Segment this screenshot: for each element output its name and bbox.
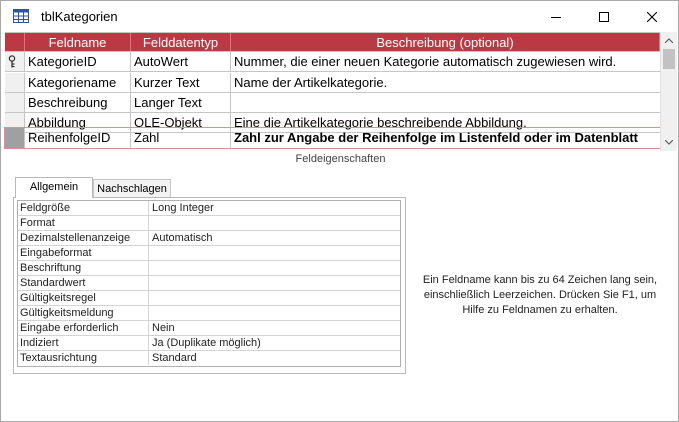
row-selector[interactable] <box>5 93 25 112</box>
maximize-button[interactable] <box>581 1 627 32</box>
column-header-description[interactable]: Beschreibung (optional) <box>231 33 660 51</box>
window-title: tblKategorien <box>41 9 118 24</box>
description-cell[interactable] <box>231 93 660 112</box>
chevron-down-icon <box>665 140 673 145</box>
field-name-cell[interactable]: Beschreibung <box>25 93 131 112</box>
property-row[interactable]: Beschriftung <box>18 261 400 276</box>
property-label: Textausrichtung <box>18 351 149 365</box>
data-type-cell[interactable]: Langer Text <box>131 93 231 112</box>
field-properties-panel: Feldgröße Long Integer Format Dezimalstel… <box>13 197 406 374</box>
property-value[interactable] <box>152 306 400 320</box>
property-value[interactable] <box>152 276 400 290</box>
property-row[interactable]: Feldgröße Long Integer <box>18 201 400 216</box>
row-selector[interactable] <box>5 52 25 71</box>
field-name-cell[interactable]: Kategoriename <box>25 73 131 92</box>
property-label: Indiziert <box>18 336 149 350</box>
property-value[interactable] <box>152 216 400 230</box>
field-row[interactable]: Beschreibung Langer Text <box>5 93 660 113</box>
field-name-cell[interactable]: ReihenfolgeID <box>25 128 131 148</box>
property-row[interactable]: Eingabeformat <box>18 246 400 261</box>
chevron-up-icon <box>665 38 673 43</box>
table-icon <box>13 9 29 23</box>
help-text: Ein Feldname kann bis zu 64 Zeichen lang… <box>422 274 658 316</box>
property-row[interactable]: Eingabe erforderlich Nein <box>18 321 400 336</box>
close-button[interactable] <box>629 1 675 32</box>
property-row[interactable]: Textausrichtung Standard <box>18 351 400 366</box>
data-type-cell[interactable]: AutoWert <box>131 52 231 71</box>
close-icon <box>647 11 657 22</box>
property-label: Feldgröße <box>18 201 149 215</box>
field-design-grid: Feldname Felddatentyp Beschreibung (opti… <box>4 32 661 151</box>
tab-lookup[interactable]: Nachschlagen <box>93 179 171 198</box>
property-label: Gültigkeitsregel <box>18 291 149 305</box>
description-cell[interactable]: Zahl zur Angabe der Reihenfolge im Liste… <box>231 128 660 148</box>
property-value[interactable] <box>152 246 400 260</box>
scrollbar-thumb[interactable] <box>663 49 675 69</box>
tab-general[interactable]: Allgemein <box>15 177 93 198</box>
table-design-window: tblKategorien Feldname Felddatentyp Besc… <box>0 0 679 422</box>
title-bar: tblKategorien <box>1 1 678 32</box>
property-value[interactable] <box>152 261 400 275</box>
minimize-icon <box>551 16 561 18</box>
property-label: Eingabeformat <box>18 246 149 260</box>
property-label: Standardwert <box>18 276 149 290</box>
row-selector-header[interactable] <box>5 33 25 51</box>
property-row[interactable]: Indiziert Ja (Duplikate möglich) <box>18 336 400 351</box>
property-row[interactable]: Gültigkeitsregel <box>18 291 400 306</box>
property-value[interactable] <box>152 291 400 305</box>
property-value[interactable]: Nein <box>152 321 400 335</box>
field-properties-caption: Feldeigenschaften <box>295 153 386 165</box>
description-cell[interactable]: Nummer, die einer neuen Kategorie automa… <box>231 52 660 71</box>
data-type-cell[interactable]: Zahl <box>131 128 231 148</box>
row-selector[interactable] <box>5 128 25 148</box>
property-sheet: Feldgröße Long Integer Format Dezimalstel… <box>17 200 401 367</box>
property-row[interactable]: Dezimalstellenanzeige Automatisch <box>18 231 400 246</box>
description-cell[interactable]: Name der Artikelkategorie. <box>231 73 660 92</box>
field-row-selected[interactable]: ReihenfolgeID Zahl Zahl zur Angabe der R… <box>4 127 661 149</box>
maximize-icon <box>599 11 609 22</box>
property-label: Beschriftung <box>18 261 149 275</box>
property-value[interactable]: Automatisch <box>152 231 400 245</box>
minimize-button[interactable] <box>533 1 579 32</box>
property-label: Format <box>18 216 149 230</box>
property-label: Eingabe erforderlich <box>18 321 149 335</box>
field-row[interactable]: KategorieID AutoWert Nummer, die einer n… <box>5 52 660 72</box>
column-header-field-name[interactable]: Feldname <box>25 33 131 51</box>
property-row[interactable]: Format <box>18 216 400 231</box>
field-name-cell[interactable]: KategorieID <box>25 52 131 71</box>
primary-key-icon <box>8 55 16 68</box>
property-row[interactable]: Gültigkeitsmeldung <box>18 306 400 321</box>
property-value[interactable]: Long Integer <box>152 201 400 215</box>
data-type-cell[interactable]: Kurzer Text <box>131 73 231 92</box>
property-value[interactable]: Standard <box>152 351 400 365</box>
row-selector[interactable] <box>5 73 25 92</box>
column-header-data-type[interactable]: Felddatentyp <box>131 33 231 51</box>
property-row[interactable]: Standardwert <box>18 276 400 291</box>
scroll-up-button[interactable] <box>661 32 677 49</box>
property-label: Gültigkeitsmeldung <box>18 306 149 320</box>
field-row[interactable]: Kategoriename Kurzer Text Name der Artik… <box>5 73 660 93</box>
property-value[interactable]: Ja (Duplikate möglich) <box>152 336 400 350</box>
grid-header-row: Feldname Felddatentyp Beschreibung (opti… <box>5 33 660 52</box>
scroll-down-button[interactable] <box>661 134 677 151</box>
property-label: Dezimalstellenanzeige <box>18 231 149 245</box>
vertical-scrollbar[interactable] <box>660 32 677 151</box>
